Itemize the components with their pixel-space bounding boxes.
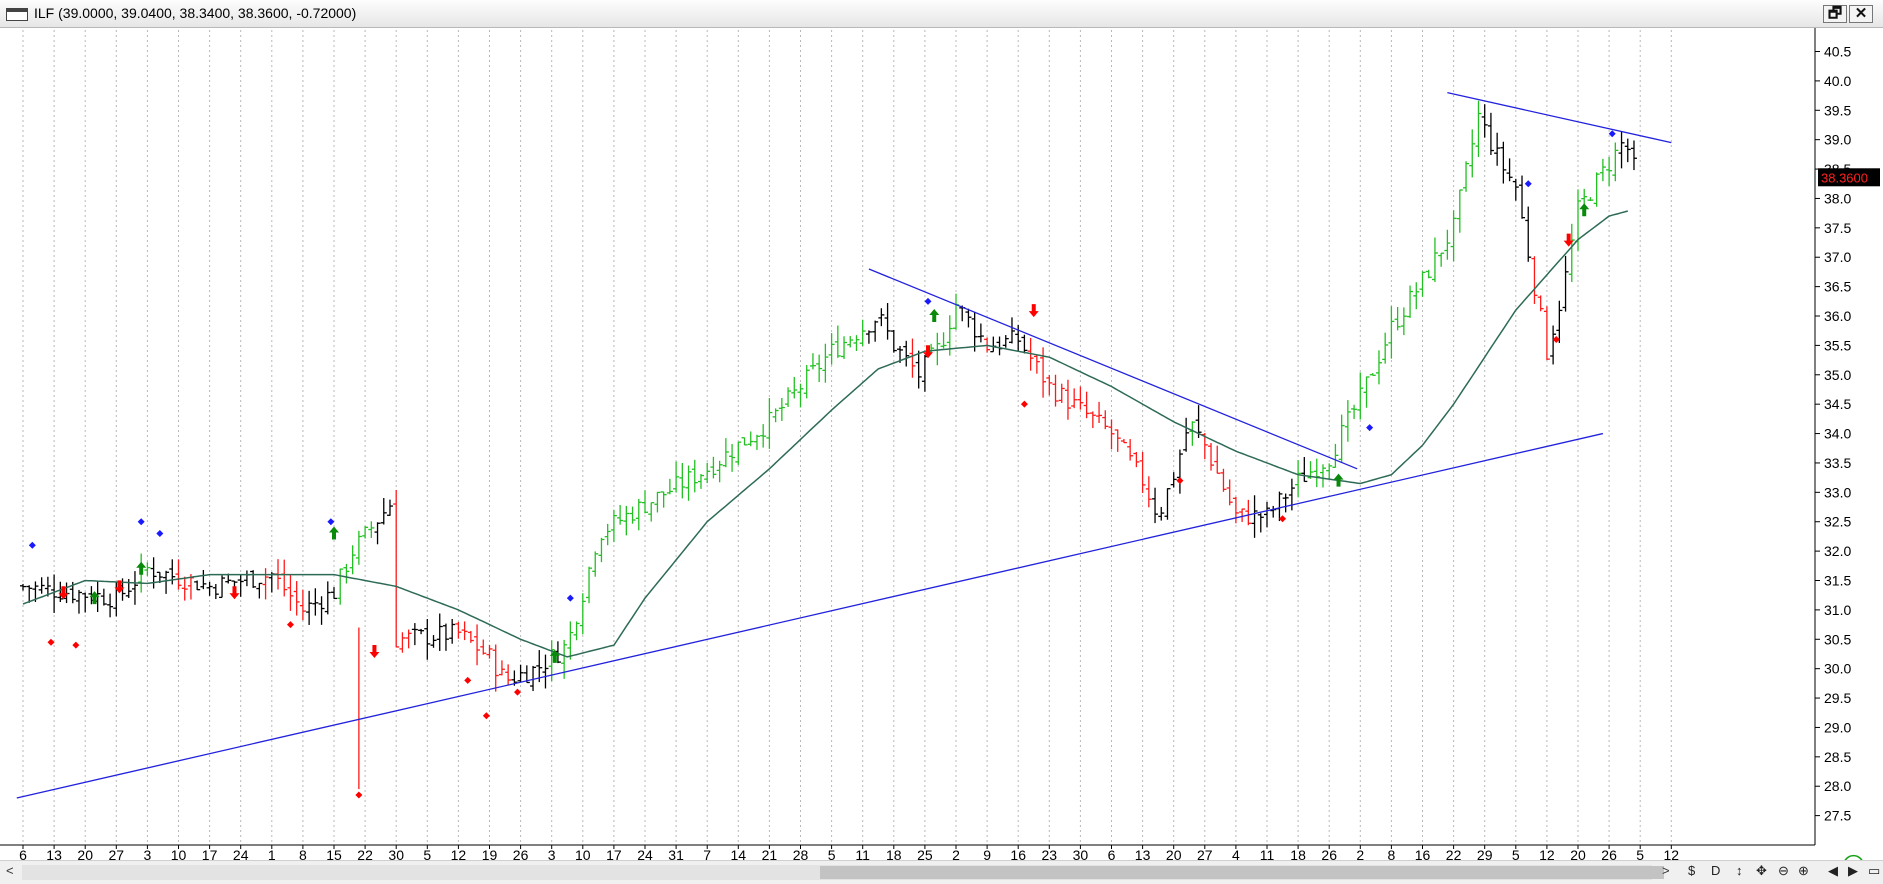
chart-canvas[interactable]: 27.5 28.0 28.5 29.0 29.5 30.0 30.5 31.0 31.5 32.0… — [0, 28, 1883, 862]
y-tick-label: 37.0 — [1824, 249, 1851, 265]
y-tick-label: 35.0 — [1824, 367, 1851, 383]
vertical-zoom-icon[interactable]: ↕ — [1736, 863, 1743, 878]
y-tick-label: 40.0 — [1824, 73, 1851, 89]
y-tick-label: 40.5 — [1824, 44, 1851, 60]
y-tick-label: 39.0 — [1824, 132, 1851, 148]
price-scale-icon[interactable]: $ — [1688, 863, 1695, 878]
y-tick-label: 34.0 — [1824, 426, 1851, 442]
close-button[interactable]: ✕ — [1849, 5, 1873, 23]
periodicity-icon[interactable]: D — [1711, 863, 1720, 878]
horizontal-scrollbar[interactable]: < > $ D ↕ ✥ ⊖ ⊕ ◀ ▶ ▭ — [0, 860, 1883, 884]
y-tick-label: 36.5 — [1824, 279, 1851, 295]
step-back-icon[interactable]: ◀ — [1828, 863, 1838, 879]
chart-window-icon — [6, 8, 28, 21]
y-tick-label: 28.0 — [1824, 778, 1851, 794]
zoom-out-icon[interactable]: ⊖ — [1778, 863, 1789, 879]
y-tick-label: 35.5 — [1824, 337, 1851, 353]
last-price-label: 38.3600 — [1821, 170, 1868, 185]
y-tick-label: 34.5 — [1824, 396, 1851, 412]
y-tick-label: 33.0 — [1824, 484, 1851, 500]
window-title: ILF (39.0000, 39.0400, 38.3400, 38.3600,… — [34, 5, 357, 21]
y-tick-label: 29.5 — [1824, 690, 1851, 706]
y-tick-label: 32.5 — [1824, 514, 1851, 530]
y-tick-label: 32.0 — [1824, 543, 1851, 559]
y-tick-label: 36.0 — [1824, 308, 1851, 324]
scroll-left-arrow-icon[interactable]: < — [6, 863, 14, 878]
y-tick-label: 27.5 — [1824, 808, 1851, 824]
y-tick-label: 31.0 — [1824, 602, 1851, 618]
y-tick-label: 37.5 — [1824, 220, 1851, 236]
y-tick-label: 39.5 — [1824, 102, 1851, 118]
y-tick-label: 38.0 — [1824, 190, 1851, 206]
y-tick-label: 28.5 — [1824, 749, 1851, 765]
y-tick-label: 29.0 — [1824, 719, 1851, 735]
y-tick-label: 30.0 — [1824, 661, 1851, 677]
y-tick-label: 30.5 — [1824, 631, 1851, 647]
y-tick-label: 33.5 — [1824, 455, 1851, 471]
layout-icon[interactable]: ▭ — [1868, 863, 1880, 879]
window-titlebar: ILF (39.0000, 39.0400, 38.3400, 38.3600,… — [0, 0, 1883, 28]
step-forward-icon[interactable]: ▶ — [1848, 863, 1858, 879]
pan-icon[interactable]: ✥ — [1756, 863, 1767, 879]
restore-button[interactable]: 🗗 — [1823, 5, 1847, 23]
y-tick-label: 31.5 — [1824, 573, 1851, 589]
price-chart[interactable]: 27.5 28.0 28.5 29.0 29.5 30.0 30.5 31.0 31.5 32.0… — [0, 28, 1883, 862]
zoom-in-icon[interactable]: ⊕ — [1798, 863, 1809, 879]
scroll-right-arrow-icon[interactable]: > — [1662, 863, 1670, 878]
scroll-thumb[interactable] — [820, 866, 1664, 879]
